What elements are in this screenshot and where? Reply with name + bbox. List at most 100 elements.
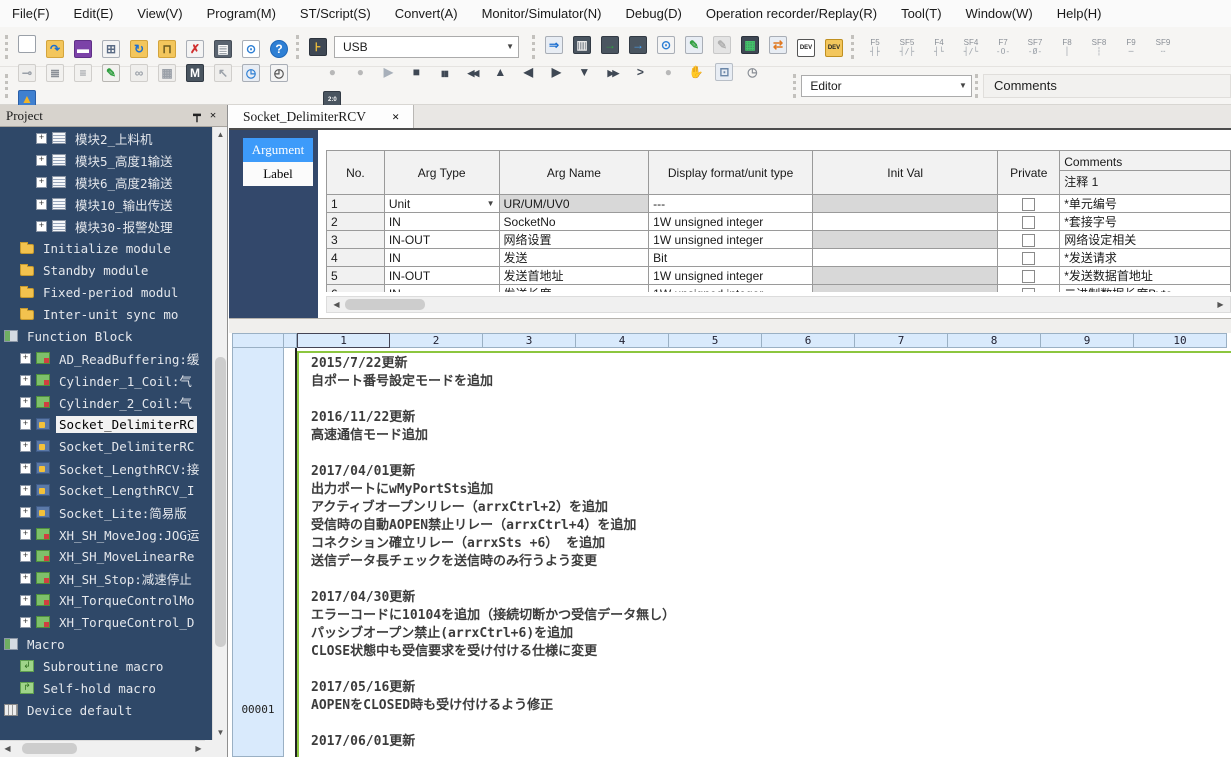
- tree-item-fixed-period-modul[interactable]: Fixed-period modul: [0, 281, 227, 303]
- row-number-cell[interactable]: 6: [327, 285, 385, 293]
- touch-select-icon-button[interactable]: ↖: [210, 60, 236, 86]
- note-edit-icon-button[interactable]: ✎: [98, 60, 124, 86]
- expand-icon[interactable]: +: [36, 221, 47, 232]
- ladder-comment-block[interactable]: 2015/7/22更新自ポート番号設定モードを追加 2016/11/22更新高速…: [297, 351, 1231, 757]
- arg-name-cell[interactable]: 发送长度: [499, 285, 649, 293]
- init-val-cell[interactable]: [813, 213, 998, 231]
- dev-memory-icon-button[interactable]: DEV: [821, 35, 847, 61]
- menu-operation-recorder-replay-r[interactable]: Operation recorder/Replay(R): [694, 0, 889, 27]
- init-val-cell[interactable]: [813, 195, 998, 213]
- display-format-cell[interactable]: Bit: [649, 249, 813, 267]
- step-up-icon-button[interactable]: ▲: [487, 59, 513, 85]
- tree-item-xh-sh-movelinearre[interactable]: +XH_SH_MoveLinearRe: [0, 545, 227, 567]
- plc-connection-icon-button[interactable]: ⊦: [305, 34, 331, 60]
- scrollbar-thumb[interactable]: [22, 743, 77, 754]
- fkey-f8-button[interactable]: F8│: [1052, 33, 1082, 61]
- menu-window-w[interactable]: Window(W): [954, 0, 1045, 27]
- tree-item-device-default[interactable]: Device default: [0, 699, 227, 721]
- tree-item-xh-torquecontrol-d[interactable]: +XH_TorqueControl_D: [0, 611, 227, 633]
- expand-icon[interactable]: +: [36, 133, 47, 144]
- comments-display-combo[interactable]: Comments: [983, 74, 1231, 98]
- row-number-cell[interactable]: 1: [327, 195, 385, 213]
- fkey-f4-button[interactable]: F4┤└: [924, 33, 954, 61]
- tree-item-6-2[interactable]: +模块6_高度2输送: [0, 171, 227, 193]
- comment-cell[interactable]: *套接字号: [1060, 213, 1231, 231]
- doc-stopwatch-icon-button[interactable]: ◴: [266, 60, 292, 86]
- private-cell[interactable]: [998, 231, 1060, 249]
- scroll-down-icon[interactable]: ▼: [213, 725, 228, 740]
- arg-name-cell[interactable]: UR/UM/UV0: [499, 195, 649, 213]
- comment-cell[interactable]: *发送请求: [1060, 249, 1231, 267]
- private-cell[interactable]: [998, 213, 1060, 231]
- row-number-cell[interactable]: 4: [327, 249, 385, 267]
- tree-item-self-hold-macro[interactable]: ↱Self-hold macro: [0, 677, 227, 699]
- chevron-down-icon[interactable]: ▼: [487, 197, 495, 211]
- tree-item-5-1[interactable]: +模块5_高度1输送: [0, 149, 227, 171]
- private-checkbox[interactable]: [1022, 198, 1035, 211]
- column-header-arg-name[interactable]: Arg Name: [499, 151, 649, 195]
- arg-type-cell[interactable]: IN: [384, 213, 499, 231]
- write-to-plc-icon-button[interactable]: →: [597, 32, 623, 58]
- close-icon[interactable]: ×: [205, 108, 221, 123]
- tree-item-30[interactable]: +模块30-报警处理: [0, 215, 227, 237]
- expand-icon[interactable]: +: [36, 177, 47, 188]
- tree-item-socket-lengthrcv-i[interactable]: +Socket_LengthRCV_I: [0, 479, 227, 501]
- help-icon-button[interactable]: ?: [266, 36, 292, 62]
- init-val-cell[interactable]: [813, 231, 998, 249]
- record-pause-icon-button[interactable]: ●: [347, 59, 373, 85]
- device-monitor-icon-button[interactable]: ▦: [737, 32, 763, 58]
- tree-item-xh-torquecontrolmo[interactable]: +XH_TorqueControlMo: [0, 589, 227, 611]
- menu-edit-e[interactable]: Edit(E): [62, 0, 126, 27]
- save-icon-button[interactable]: ▬: [70, 36, 96, 62]
- tree-item-initialize-module[interactable]: Initialize module: [0, 237, 227, 259]
- wire-edit-icon-button[interactable]: ⊸: [14, 60, 40, 86]
- init-val-cell[interactable]: [813, 249, 998, 267]
- menu-tool-t[interactable]: Tool(T): [889, 0, 953, 27]
- fkey-sf5-button[interactable]: SF5┤/├: [892, 33, 922, 61]
- plc-refresh-icon-button[interactable]: ⇄: [765, 32, 791, 58]
- arg-type-cell[interactable]: Unit▼: [384, 195, 499, 213]
- display-format-cell[interactable]: 1W unsigned integer: [649, 213, 813, 231]
- step-next-icon-button[interactable]: ▶: [543, 59, 569, 85]
- init-val-cell[interactable]: [813, 285, 998, 293]
- tree-item-function-block[interactable]: Function Block: [0, 325, 227, 347]
- column-header-comments[interactable]: Comments注释 1: [1060, 151, 1231, 195]
- device-comment-list-icon-button[interactable]: ≣: [42, 60, 68, 86]
- tree-item-cylinder-1-coil[interactable]: +Cylinder_1_Coil:气: [0, 369, 227, 391]
- expand-icon[interactable]: +: [20, 419, 31, 430]
- tree-item-inter-unit-sync-mo[interactable]: Inter-unit sync mo: [0, 303, 227, 325]
- menu-view-v[interactable]: View(V): [125, 0, 194, 27]
- fkey-sf9-button[interactable]: SF9┄: [1148, 33, 1178, 61]
- row-number-cell[interactable]: 2: [327, 213, 385, 231]
- menu-monitor-simulator-n[interactable]: Monitor/Simulator(N): [470, 0, 614, 27]
- watch-glasses-icon-button[interactable]: ∞: [126, 60, 152, 86]
- memory-device-icon-button[interactable]: M: [182, 60, 208, 86]
- toolbar-grip[interactable]: [5, 74, 8, 98]
- private-checkbox[interactable]: [1022, 234, 1035, 247]
- arg-type-cell[interactable]: IN: [384, 285, 499, 293]
- tree-item-xh-sh-stop[interactable]: +XH_SH_Stop:减速停止: [0, 567, 227, 589]
- scrollbar-thumb[interactable]: [345, 299, 425, 310]
- pin-icon[interactable]: ┯: [189, 108, 205, 123]
- scroll-up-icon[interactable]: ▲: [213, 127, 228, 142]
- menu-help-h[interactable]: Help(H): [1045, 0, 1114, 27]
- offline-edit-icon-button[interactable]: ✎: [709, 32, 735, 58]
- tree-item-socket-delimiterrc[interactable]: +Socket_DelimiterRC: [0, 435, 227, 457]
- toolbar-grip[interactable]: [975, 74, 978, 98]
- argument-table-horizontal-scrollbar[interactable]: ◀ ▶: [326, 296, 1231, 313]
- toolbar-grip[interactable]: [296, 35, 299, 59]
- fkey-f5-button[interactable]: F5┤├: [860, 33, 890, 61]
- open-project-icon-button[interactable]: ↻: [126, 36, 152, 62]
- menu-file-f[interactable]: File(F): [0, 0, 62, 27]
- arg-type-cell[interactable]: IN: [384, 249, 499, 267]
- print-icon-button[interactable]: ▤: [210, 36, 236, 62]
- private-checkbox[interactable]: [1022, 288, 1035, 292]
- row-number-cell[interactable]: 3: [327, 231, 385, 249]
- hand-pause-icon-button[interactable]: ✋: [683, 59, 709, 85]
- private-cell[interactable]: [998, 285, 1060, 293]
- fkey-f7-button[interactable]: F7-O-: [988, 33, 1018, 61]
- statement-list-icon-button[interactable]: ≡: [70, 60, 96, 86]
- toolbar-grip[interactable]: [532, 35, 535, 59]
- menu-program-m[interactable]: Program(M): [195, 0, 288, 27]
- column-header-arg-type[interactable]: Arg Type: [384, 151, 499, 195]
